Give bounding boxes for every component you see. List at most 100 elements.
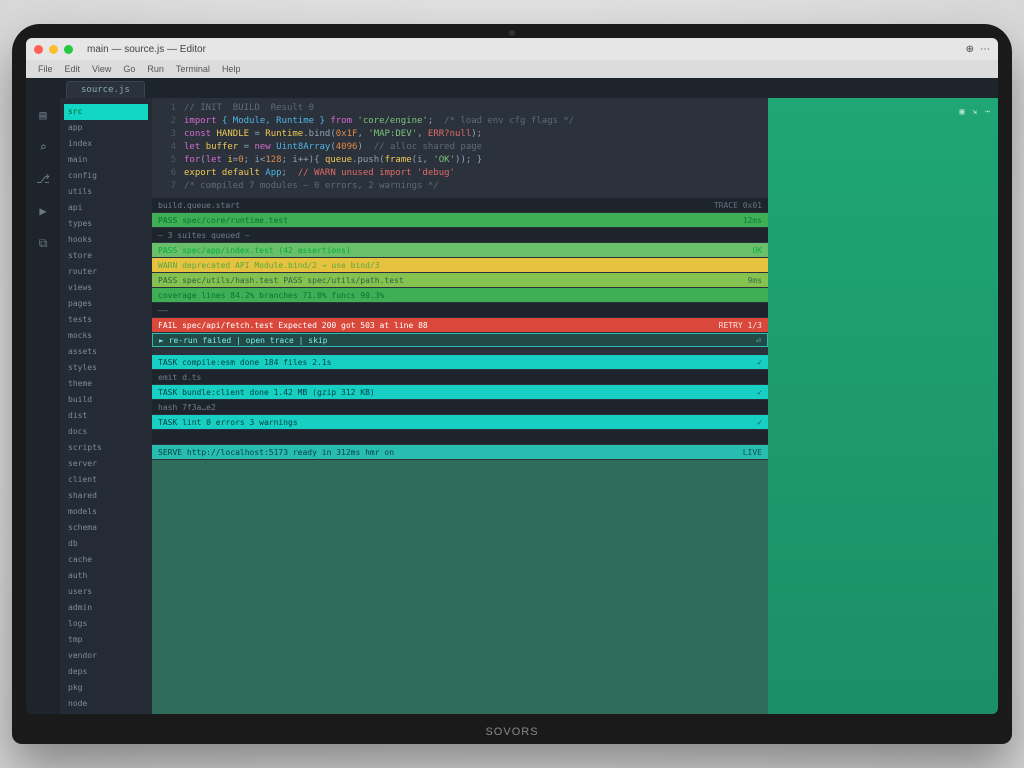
sidebar-item-tests[interactable]: tests — [64, 312, 148, 328]
menu-edit[interactable]: Edit — [65, 64, 81, 74]
camera-dot — [509, 30, 515, 36]
sidebar-item-config[interactable]: config — [64, 168, 148, 184]
band-text: TASK lint 0 errors 3 warnings — [158, 418, 298, 427]
code-line[interactable]: 6export default App; // WARN unused impo… — [158, 167, 762, 180]
gutter-line-number: 5 — [158, 154, 176, 167]
code-line[interactable]: 3const HANDLE = Runtime.bind(0x1F, 'MAP:… — [158, 128, 762, 141]
band-status: ✓ — [757, 388, 762, 397]
sidebar-item-app[interactable]: app — [64, 120, 148, 136]
code-line[interactable]: 7/* compiled 7 modules — 0 errors, 2 war… — [158, 180, 762, 193]
output-band[interactable]: ► re-run failed | open trace | skip⏎ — [152, 333, 768, 347]
menu-run[interactable]: Run — [147, 64, 164, 74]
menu-bar: File Edit View Go Run Terminal Help — [26, 60, 998, 78]
output-band: WARN deprecated API Module.bind/2 → use … — [152, 258, 768, 272]
band-gap — [152, 348, 768, 354]
output-band: TASK compile:esm done 184 files 2.1s✓ — [152, 355, 768, 369]
sidebar-item-server[interactable]: server — [64, 456, 148, 472]
preview-action-icon[interactable]: ⇲ — [972, 107, 977, 116]
sidebar-item-store[interactable]: store — [64, 248, 148, 264]
sidebar-item-build[interactable]: build — [64, 392, 148, 408]
code-editor[interactable]: 1// INIT BUILD Result 02import { Module,… — [152, 98, 768, 197]
sidebar-item-dist[interactable]: dist — [64, 408, 148, 424]
sidebar-item-theme[interactable]: theme — [64, 376, 148, 392]
gutter-line-number: 7 — [158, 180, 176, 193]
sidebar-item-admin[interactable]: admin — [64, 600, 148, 616]
sidebar-item-router[interactable]: router — [64, 264, 148, 280]
menu-view[interactable]: View — [92, 64, 111, 74]
debug-icon[interactable]: ▶ — [34, 202, 52, 220]
output-band: emit d.ts — [152, 370, 768, 384]
band-status: ✓ — [757, 418, 762, 427]
menu-file[interactable]: File — [38, 64, 53, 74]
sidebar-item-deps[interactable]: deps — [64, 664, 148, 680]
band-text: PASS spec/app/index.test (42 assertions) — [158, 246, 351, 255]
band-text: PASS spec/core/runtime.test — [158, 216, 288, 225]
sidebar-item-tmp[interactable]: tmp — [64, 632, 148, 648]
band-status: RETRY 1/3 — [719, 321, 762, 330]
code-line[interactable]: 4let buffer = new Uint8Array(4096) // al… — [158, 141, 762, 154]
band-text: emit d.ts — [158, 373, 201, 382]
code-text: export default App; // WARN unused impor… — [184, 167, 455, 180]
output-band: TASK lint 0 errors 3 warnings ✓ — [152, 415, 768, 429]
code-line[interactable]: 2import { Module, Runtime } from 'core/e… — [158, 115, 762, 128]
minimize-icon[interactable] — [49, 45, 58, 54]
code-line[interactable]: 5 for(let i=0; i<128; i++){ queue.push(fr… — [158, 154, 762, 167]
sidebar-item-auth[interactable]: auth — [64, 568, 148, 584]
preview-action-icon[interactable]: ⋯ — [985, 107, 990, 116]
sidebar-item-utils[interactable]: utils — [64, 184, 148, 200]
sidebar-item-types[interactable]: types — [64, 216, 148, 232]
menu-help[interactable]: Help — [222, 64, 241, 74]
sidebar-item-db[interactable]: db — [64, 536, 148, 552]
ext-icon[interactable]: ⧉ — [34, 234, 52, 252]
activity-bar: ▤ ⌕ ⎇ ▶ ⧉ — [26, 98, 60, 714]
sidebar-item-env[interactable]: env — [64, 712, 148, 714]
window-action-icon[interactable]: ⊕ — [966, 44, 974, 55]
search-icon[interactable]: ⌕ — [34, 138, 52, 156]
close-icon[interactable] — [34, 45, 43, 54]
sidebar-item-src[interactable]: src — [64, 104, 148, 120]
tab-strip: source.js — [26, 78, 998, 98]
band-text: coverage lines 84.2% branches 71.0% func… — [158, 291, 384, 300]
band-text: build.queue.start — [158, 201, 240, 210]
files-icon[interactable]: ▤ — [34, 106, 52, 124]
sidebar-item-node[interactable]: node — [64, 696, 148, 712]
sidebar-item-views[interactable]: views — [64, 280, 148, 296]
sidebar-item-scripts[interactable]: scripts — [64, 440, 148, 456]
preview-action-icon[interactable]: ▣ — [960, 107, 965, 116]
tab-source[interactable]: source.js — [66, 81, 145, 98]
sidebar-item-users[interactable]: users — [64, 584, 148, 600]
code-text: for(let i=0; i<128; i++){ queue.push(fra… — [184, 154, 482, 167]
maximize-icon[interactable] — [64, 45, 73, 54]
sidebar-item-models[interactable]: models — [64, 504, 148, 520]
band-text: SERVE http://localhost:5173 ready in 312… — [158, 448, 394, 457]
sidebar-item-schema[interactable]: schema — [64, 520, 148, 536]
output-band: SERVE http://localhost:5173 ready in 312… — [152, 445, 768, 459]
sidebar-item-docs[interactable]: docs — [64, 424, 148, 440]
menu-go[interactable]: Go — [123, 64, 135, 74]
sidebar-item-assets[interactable]: assets — [64, 344, 148, 360]
sidebar-item-logs[interactable]: logs — [64, 616, 148, 632]
sidebar-item-pages[interactable]: pages — [64, 296, 148, 312]
sidebar-item-styles[interactable]: styles — [64, 360, 148, 376]
output-bands: build.queue.startTRACE 0x01PASS spec/cor… — [152, 197, 768, 460]
output-band: PASS spec/core/runtime.test12ms — [152, 213, 768, 227]
sidebar-item-cache[interactable]: cache — [64, 552, 148, 568]
sidebar-item-hooks[interactable]: hooks — [64, 232, 148, 248]
sidebar-item-api[interactable]: api — [64, 200, 148, 216]
preview-toolbar: ▣ ⇲ ⋯ — [768, 98, 998, 124]
git-icon[interactable]: ⎇ — [34, 170, 52, 188]
sidebar-item-mocks[interactable]: mocks — [64, 328, 148, 344]
code-line[interactable]: 1// INIT BUILD Result 0 — [158, 102, 762, 115]
menu-terminal[interactable]: Terminal — [176, 64, 210, 74]
sidebar-item-vendor[interactable]: vendor — [64, 648, 148, 664]
sidebar-item-shared[interactable]: shared — [64, 488, 148, 504]
sidebar-item-client[interactable]: client — [64, 472, 148, 488]
band-text: —— — [158, 306, 168, 315]
sidebar-item-pkg[interactable]: pkg — [64, 680, 148, 696]
sidebar-item-index[interactable]: index — [64, 136, 148, 152]
preview-canvas[interactable] — [768, 124, 998, 714]
sidebar-item-main[interactable]: main — [64, 152, 148, 168]
window-menu-icon[interactable]: ⋯ — [980, 44, 990, 55]
band-text: FAIL spec/api/fetch.test Expected 200 go… — [158, 321, 428, 330]
output-band: PASS spec/app/index.test (42 assertions)… — [152, 243, 768, 257]
